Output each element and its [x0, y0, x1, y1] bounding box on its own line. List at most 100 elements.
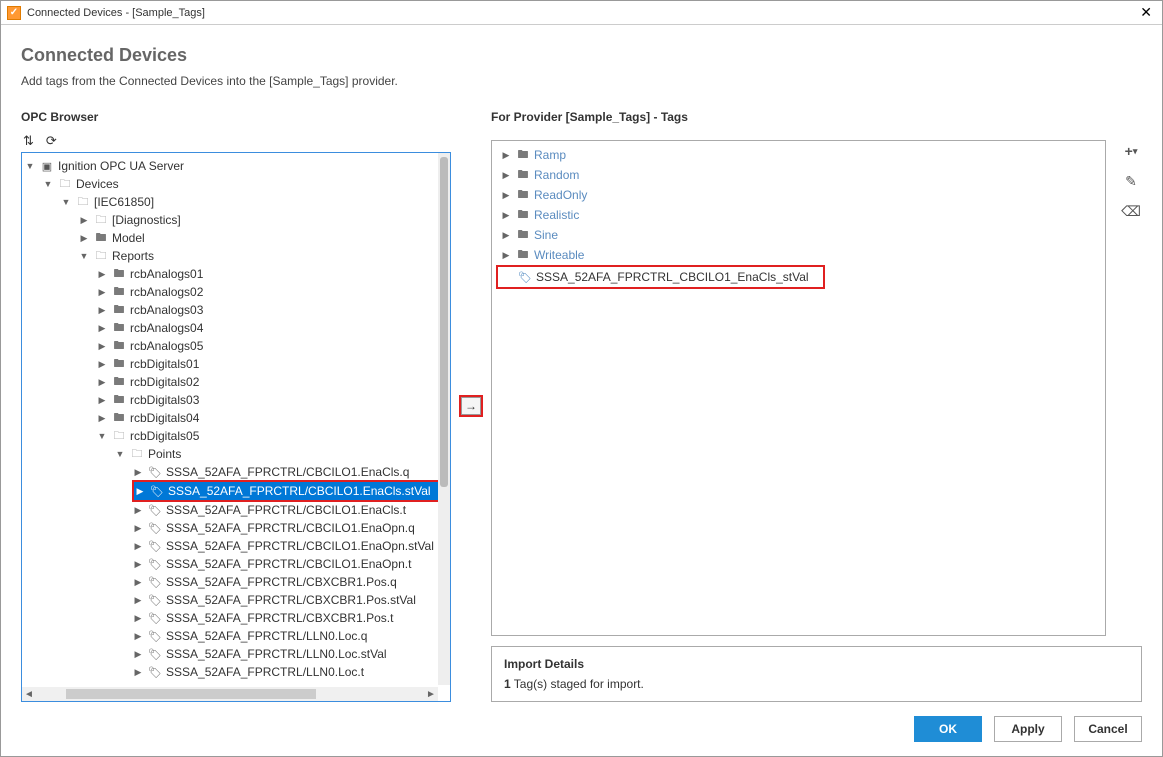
chevron-icon[interactable]: ▶ [96, 269, 108, 280]
vscroll[interactable] [438, 153, 450, 685]
chevron-icon[interactable]: ▶ [132, 577, 144, 588]
point-node[interactable]: ▶🏷SSSA_52AFA_FPRCTRL/LLN0.Loc.t [132, 663, 450, 681]
chevron-icon[interactable]: ▶ [78, 215, 90, 226]
chevron-icon[interactable]: ▶ [96, 359, 108, 370]
points-node[interactable]: ▼🗀Points [114, 445, 450, 463]
chevron-icon[interactable]: ▼ [114, 449, 126, 459]
point-node[interactable]: ▶🏷SSSA_52AFA_FPRCTRL/CBCILO1.EnaCls.stVa… [134, 482, 448, 500]
hscroll[interactable]: ◄► [22, 687, 438, 701]
point-node[interactable]: ▶🏷SSSA_52AFA_FPRCTRL/LLN0.Loc.stVal [132, 645, 450, 663]
cancel-button[interactable]: Cancel [1074, 716, 1142, 742]
provider-folder[interactable]: ▶🖿ReadOnly [500, 185, 1099, 205]
chevron-icon[interactable]: ▶ [500, 150, 512, 161]
chevron-icon[interactable]: ▶ [96, 413, 108, 424]
chevron-icon[interactable]: ▼ [78, 251, 90, 261]
provider-folder[interactable]: ▶🖿Ramp [500, 145, 1099, 165]
close-icon[interactable]: ✕ [1136, 4, 1156, 21]
diagnostics-node[interactable]: ▶🗀[Diagnostics] [78, 211, 450, 229]
chevron-icon[interactable]: ▼ [42, 179, 54, 189]
chevron-icon[interactable]: ▶ [96, 305, 108, 316]
chevron-icon[interactable]: ▶ [500, 250, 512, 261]
chevron-icon[interactable]: ▶ [500, 190, 512, 201]
add-to-provider-button[interactable]: → [459, 395, 483, 417]
app-icon: ✓ [7, 6, 21, 20]
apply-button[interactable]: Apply [994, 716, 1062, 742]
devices-node[interactable]: ▼🗀Devices [42, 175, 450, 193]
chevron-icon[interactable]: ▶ [96, 323, 108, 334]
point-node[interactable]: ▶🏷SSSA_52AFA_FPRCTRL/CBCILO1.EnaCls.q [132, 463, 450, 481]
report-folder[interactable]: ▶🖿rcbDigitals01 [96, 355, 450, 373]
chevron-icon[interactable]: ▶ [500, 170, 512, 181]
chevron-icon[interactable]: ▶ [132, 667, 144, 678]
chevron-icon[interactable]: ▶ [96, 377, 108, 388]
chevron-icon[interactable]: ▶ [96, 287, 108, 298]
titlebar[interactable]: ✓ Connected Devices - [Sample_Tags] ✕ [1, 1, 1162, 25]
chevron-icon[interactable]: ▶ [500, 230, 512, 241]
chevron-icon[interactable]: ▶ [132, 649, 144, 660]
point-node[interactable]: ▶🏷SSSA_52AFA_FPRCTRL/CBXCBR1.Pos.q [132, 573, 450, 591]
node-label: rcbDigitals05 [130, 429, 199, 443]
provider-tree[interactable]: ▶🖿Ramp▶🖿Random▶🖿ReadOnly▶🖿Realistic▶🖿Sin… [491, 140, 1106, 636]
chevron-icon[interactable]: ▼ [60, 197, 72, 207]
opc-tree[interactable]: ▼▣Ignition OPC UA Server▼🗀Devices▼🗀[IEC6… [21, 152, 451, 702]
model-node[interactable]: ▶🖿Model [78, 229, 450, 247]
point-node[interactable]: ▶🏷SSSA_52AFA_FPRCTRL/CBCILO1.EnaCls.t [132, 501, 450, 519]
point-node[interactable]: ▶🏷SSSA_52AFA_FPRCTRL/CBXCBR1.Pos.t [132, 609, 450, 627]
iec-node[interactable]: ▼🗀[IEC61850] [60, 193, 450, 211]
chevron-icon[interactable]: ▶ [134, 486, 146, 497]
provider-folder[interactable]: ▶🖿Sine [500, 225, 1099, 245]
opc-browser-panel: OPC Browser ⇅ ⟳ ▼▣Ignition OPC UA Server… [21, 110, 451, 702]
chevron-icon[interactable]: ▶ [132, 467, 144, 478]
chevron-icon[interactable]: ▶ [132, 541, 144, 552]
chevron-icon[interactable]: ▶ [132, 613, 144, 624]
report-folder[interactable]: ▶🖿rcbDigitals04 [96, 409, 450, 427]
reports-node[interactable]: ▼🗀Reports [78, 247, 450, 265]
folder-icon: 🖿 [112, 393, 126, 407]
node-label: SSSA_52AFA_FPRCTRL/CBCILO1.EnaCls.t [166, 503, 406, 517]
opc-server-node[interactable]: ▼▣Ignition OPC UA Server [24, 157, 450, 175]
refresh-icon[interactable]: ⟳ [46, 133, 57, 149]
node-label: rcbAnalogs03 [130, 303, 203, 317]
report-folder[interactable]: ▶🖿rcbDigitals03 [96, 391, 450, 409]
ok-button[interactable]: OK [914, 716, 982, 742]
report-folder[interactable]: ▶🖿rcbAnalogs02 [96, 283, 450, 301]
point-node[interactable]: ▶🏷SSSA_52AFA_FPRCTRL/CBCILO1.EnaOpn.t [132, 555, 450, 573]
report-folder[interactable]: ▶🖿rcbAnalogs04 [96, 319, 450, 337]
provider-folder[interactable]: ▶🖿Writeable [500, 245, 1099, 265]
tag-icon: 🏷 [148, 575, 162, 589]
chevron-icon[interactable]: ▶ [500, 210, 512, 221]
provider-folder[interactable]: ▶🖿Realistic [500, 205, 1099, 225]
chevron-icon[interactable]: ▶ [96, 341, 108, 352]
chevron-icon[interactable]: ▶ [132, 595, 144, 606]
point-node[interactable]: ▶🏷SSSA_52AFA_FPRCTRL/LLN0.Loc.q [132, 627, 450, 645]
node-label: Realistic [534, 208, 579, 222]
server-icon: ▣ [40, 159, 54, 173]
tag-icon: 🏷 [150, 484, 164, 498]
point-node[interactable]: ▶🏷SSSA_52AFA_FPRCTRL/CBCILO1.EnaOpn.q [132, 519, 450, 537]
report-folder[interactable]: ▶🖿rcbAnalogs03 [96, 301, 450, 319]
sort-icon[interactable]: ⇅ [23, 133, 34, 149]
add-tag-button[interactable]: +▾ [1120, 140, 1142, 162]
report-folder[interactable]: ▶🖿rcbDigitals02 [96, 373, 450, 391]
node-label: rcbAnalogs05 [130, 339, 203, 353]
chevron-icon[interactable]: ▶ [96, 395, 108, 406]
staged-tag-node[interactable]: 🏷SSSA_52AFA_FPRCTRL_CBCILO1_EnaCls_stVal [502, 267, 819, 287]
chevron-icon[interactable]: ▼ [24, 161, 36, 171]
chevron-icon[interactable]: ▶ [78, 233, 90, 244]
delete-tag-button[interactable]: ⌫ [1120, 200, 1142, 222]
report-folder[interactable]: ▶🖿rcbAnalogs01 [96, 265, 450, 283]
node-label: Devices [76, 177, 119, 191]
chevron-icon[interactable]: ▶ [132, 505, 144, 516]
chevron-icon[interactable]: ▼ [96, 431, 108, 441]
report-folder[interactable]: ▶🖿rcbAnalogs05 [96, 337, 450, 355]
provider-folder[interactable]: ▶🖿Random [500, 165, 1099, 185]
report-folder-open[interactable]: ▼🗀rcbDigitals05 [96, 427, 450, 445]
import-details: Import Details 1 Tag(s) staged for impor… [491, 646, 1142, 702]
point-node[interactable]: ▶🏷SSSA_52AFA_FPRCTRL/CBXCBR1.Pos.stVal [132, 591, 450, 609]
chevron-icon[interactable]: ▶ [132, 559, 144, 570]
node-label: rcbDigitals02 [130, 375, 199, 389]
chevron-icon[interactable]: ▶ [132, 523, 144, 534]
chevron-icon[interactable]: ▶ [132, 631, 144, 642]
point-node[interactable]: ▶🏷SSSA_52AFA_FPRCTRL/CBCILO1.EnaOpn.stVa… [132, 537, 450, 555]
edit-tag-button[interactable]: ✎ [1120, 170, 1142, 192]
